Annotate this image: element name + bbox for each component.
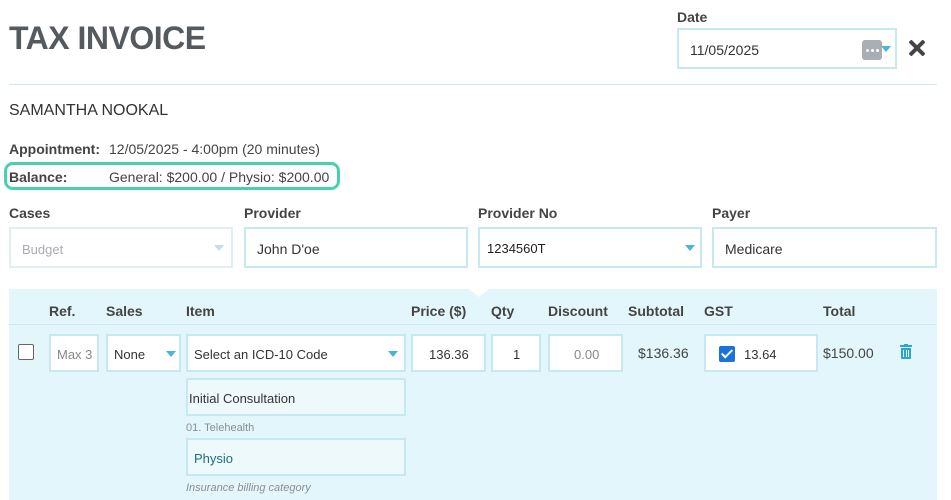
calendar-icon[interactable] [862,40,882,60]
payer-label: Payer [712,205,751,221]
price-value: 136.36 [429,347,469,362]
gst-input[interactable]: 13.64 [704,334,818,372]
price-input[interactable]: 136.36 [411,334,486,372]
subtotal-value: $136.36 [638,345,689,361]
trash-icon[interactable] [900,344,912,359]
payer-input[interactable]: Medicare [712,227,937,268]
gst-value: 13.64 [744,347,777,362]
header-qty: Qty [491,303,515,319]
cases-value: Budget [22,242,64,257]
provider-value: John D'oe [257,241,320,257]
sales-value: None [114,347,146,362]
table-header-divider [9,324,937,325]
chevron-down-icon[interactable] [166,351,176,357]
header-ref: Ref. [49,303,76,319]
appointment-value: 12/05/2025 - 4:00pm (20 minutes) [109,141,320,157]
date-label: Date [677,9,708,25]
close-icon[interactable] [906,37,928,59]
balance-label: Balance: [9,169,68,185]
sales-select[interactable]: None [106,334,181,372]
chevron-down-icon [214,245,224,251]
qty-value: 1 [513,347,521,362]
provider-no-value: 1234560T [487,241,546,256]
item-name-value: Initial Consultation [189,391,296,406]
qty-input[interactable]: 1 [491,334,541,372]
header-item: Item [186,303,215,319]
discount-value: 0.00 [574,347,600,362]
provider-no-select[interactable]: 1234560T [478,227,702,268]
header-sales: Sales [106,303,143,319]
billing-category-input[interactable]: Physio [186,438,406,476]
item-name-input[interactable]: Initial Consultation [186,378,406,416]
ref-value: Max 3 [57,347,93,362]
payer-value: Medicare [725,241,783,257]
page-title: TAX INVOICE [9,20,206,56]
provider-no-label: Provider No [478,205,558,221]
item-placeholder: Select an ICD-10 Code [194,347,328,362]
header-total: Total [823,303,856,319]
header-divider [9,84,937,85]
item-select[interactable]: Select an ICD-10 Code [186,334,406,372]
chevron-down-icon[interactable] [388,351,398,357]
provider-label: Provider [244,205,301,221]
ref-input[interactable]: Max 3 [49,334,99,372]
provider-input[interactable]: John D'oe [244,227,468,268]
row-select-checkbox[interactable] [18,344,34,360]
patient-name: SAMANTHA NOOKAL [9,102,169,119]
billing-category-hint: Insurance billing category [186,482,311,494]
discount-input[interactable]: 0.00 [548,334,623,372]
date-value: 11/05/2025 [690,42,760,58]
header-subtotal: Subtotal [628,303,684,319]
table-notch [469,289,489,297]
chevron-down-icon[interactable] [685,245,695,251]
chevron-down-icon[interactable] [881,46,891,52]
balance-value: General: $200.00 / Physio: $200.00 [109,169,330,185]
header-price: Price ($) [411,303,467,319]
invoice-items-table [9,289,937,500]
header-discount: Discount [548,303,608,319]
total-value: $150.00 [823,345,874,361]
billing-category-value: Physio [194,451,234,466]
header-gst: GST [704,303,733,319]
gst-checkbox[interactable] [719,346,735,362]
cases-select: Budget [9,227,233,268]
appointment-label: Appointment: [9,141,100,157]
date-input[interactable]: 11/05/2025 [677,28,897,69]
item-code-hint: 01. Telehealth [186,422,255,434]
cases-label: Cases [9,205,51,221]
